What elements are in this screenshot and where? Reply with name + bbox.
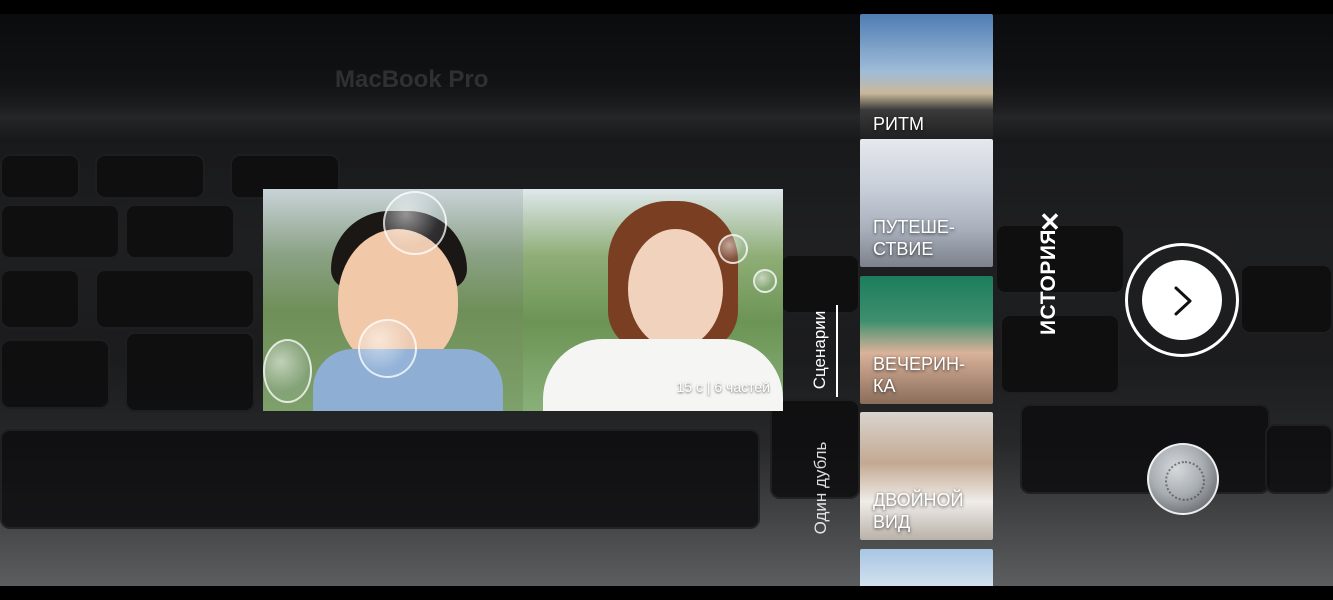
template-label: ВЕЧЕРИН- КА [873,354,965,396]
panel-title: ИСТОРИЯ [1037,228,1060,336]
template-thumb-rhythm[interactable]: РИТМ [860,14,993,142]
mode-tab-scenarios[interactable]: Сценарии [810,300,830,400]
template-preview-video[interactable]: 15 с | 6 частей [263,189,783,411]
preview-right-scene [523,189,783,411]
template-label: РИТМ [873,114,924,134]
template-thumb-travel[interactable]: ПУТЕШЕ- СТВИЕ [860,139,993,267]
next-button-inner [1142,260,1222,340]
preview-duration-info: 15 с | 6 частей [676,379,771,395]
template-list[interactable]: РИТМ ПУТЕШЕ- СТВИЕ ВЕЧЕРИН- КА ДВОЙНОЙ В… [860,14,993,586]
bubble [358,319,417,378]
bubble [383,191,447,255]
bubble [753,269,777,293]
mode-tab-single-take[interactable]: Один дубль [811,424,831,552]
top-system-bar [0,0,1333,14]
chevron-right-icon [1174,286,1192,316]
template-thumb-dual-view[interactable]: ДВОЙНОЙ ВИД [860,412,993,540]
gallery-thumbnail-button[interactable] [1147,443,1219,515]
template-label: ДВОЙНОЙ ВИД [873,490,964,532]
template-label: ПУТЕШЕ- СТВИЕ [873,217,955,259]
active-mode-indicator [836,305,838,397]
preview-left-scene [263,189,523,411]
template-thumb-next[interactable] [860,549,993,586]
next-button[interactable] [1125,243,1239,357]
preview-figure [628,229,723,349]
preview-figure [543,339,783,411]
bubble [718,234,748,264]
bottom-system-bar [0,586,1333,600]
template-thumb-party[interactable]: ВЕЧЕРИН- КА [860,276,993,404]
gallery-thumbnail-image [1165,461,1205,501]
bubble [263,339,312,403]
